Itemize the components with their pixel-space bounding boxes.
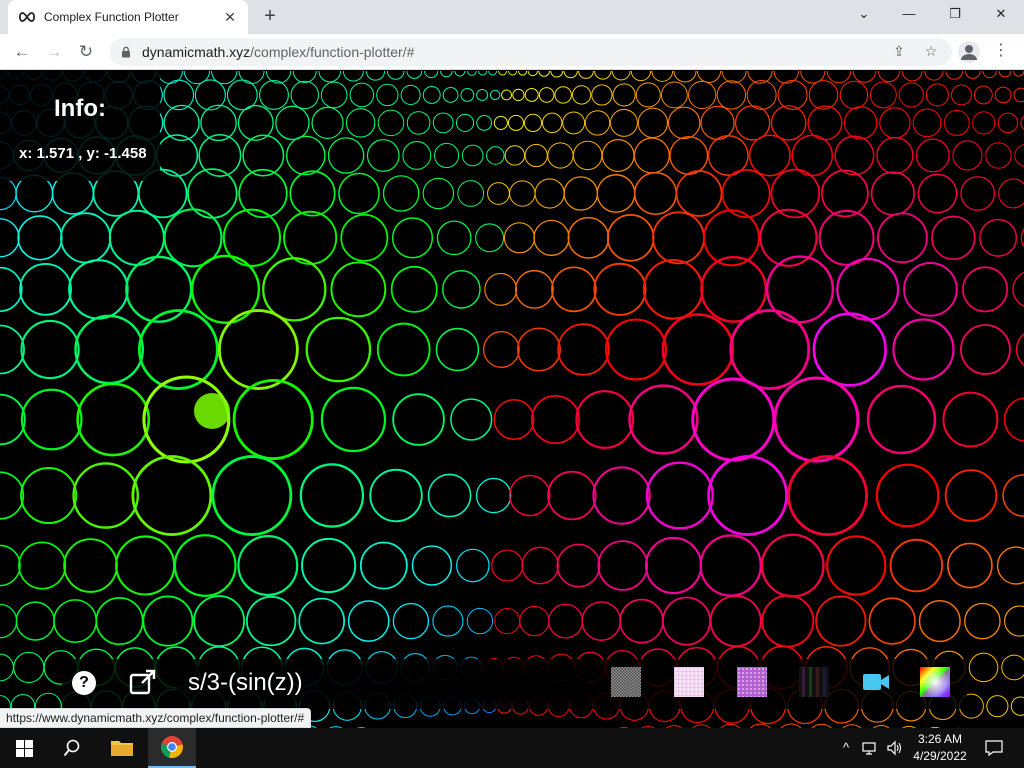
url-text: dynamicmath.xyz/complex/function-plotter… <box>142 44 415 60</box>
chrome-taskbar-icon[interactable] <box>148 728 196 768</box>
infinity-icon <box>18 12 36 22</box>
info-title: Info: <box>54 95 106 122</box>
network-icon[interactable] <box>862 740 878 756</box>
browser-toolbar: ← → ↻ dynamicmath.xyz/complex/function-p… <box>0 34 1024 70</box>
volume-icon[interactable] <box>886 740 902 756</box>
cursor-coordinates: x: 1.571 , y: -1.458 <box>19 145 147 162</box>
video-camera-icon[interactable] <box>862 672 890 692</box>
tab-close-icon[interactable]: ✕ <box>222 9 238 26</box>
search-icon[interactable] <box>48 728 96 768</box>
clock-time: 3:26 AM <box>917 732 963 746</box>
browser-menu-icon[interactable]: ⋮ <box>992 40 1010 64</box>
maximize-button[interactable]: ❐ <box>944 6 966 24</box>
back-arrow-icon[interactable]: ← <box>10 40 34 64</box>
function-input[interactable] <box>176 665 588 701</box>
show-hidden-icons-chevron-icon[interactable]: ^ <box>838 740 854 756</box>
forward-arrow-icon[interactable]: → <box>42 40 66 64</box>
minimize-button[interactable]: — <box>898 6 920 24</box>
new-tab-button[interactable]: + <box>258 6 282 28</box>
texture-stripes-icon[interactable] <box>799 667 829 697</box>
browser-tab[interactable]: Complex Function Plotter ✕ <box>8 0 248 34</box>
windows-start-icon[interactable] <box>0 728 48 768</box>
external-link-icon[interactable] <box>128 668 158 696</box>
tab-title: Complex Function Plotter <box>44 10 179 24</box>
windows-taskbar: ^ 3:26 AM 4/29/2022 <box>0 728 1024 768</box>
tab-strip: Complex Function Plotter ✕ + ⌄ — ❐ ✕ <box>0 0 1024 34</box>
texture-grid-purple-icon[interactable] <box>737 667 767 697</box>
texture-checker-icon[interactable] <box>611 667 641 697</box>
close-window-button[interactable]: ✕ <box>990 6 1012 24</box>
notifications-icon[interactable] <box>984 740 1004 757</box>
share-page-icon[interactable]: ⇪ <box>890 43 908 61</box>
info-panel: Info: x: 1.571 , y: -1.458 <box>0 71 160 181</box>
texture-grid-pink-icon[interactable] <box>674 667 704 697</box>
address-bar[interactable]: dynamicmath.xyz/complex/function-plotter… <box>110 38 952 66</box>
file-explorer-icon[interactable] <box>98 728 146 768</box>
system-clock[interactable]: 3:26 AM 4/29/2022 <box>902 731 978 765</box>
lock-icon <box>122 46 130 58</box>
help-button[interactable]: ? <box>72 671 96 695</box>
clock-date: 4/29/2022 <box>913 749 967 763</box>
link-status-bubble: https://www.dynamicmath.xyz/complex/func… <box>0 708 312 728</box>
bookmark-star-icon[interactable]: ☆ <box>922 43 940 61</box>
tab-search-chevron-icon[interactable]: ⌄ <box>853 6 875 24</box>
profile-avatar-icon[interactable] <box>958 41 980 63</box>
color-wheel-icon[interactable] <box>920 667 950 697</box>
reload-icon[interactable]: ↻ <box>74 40 98 64</box>
